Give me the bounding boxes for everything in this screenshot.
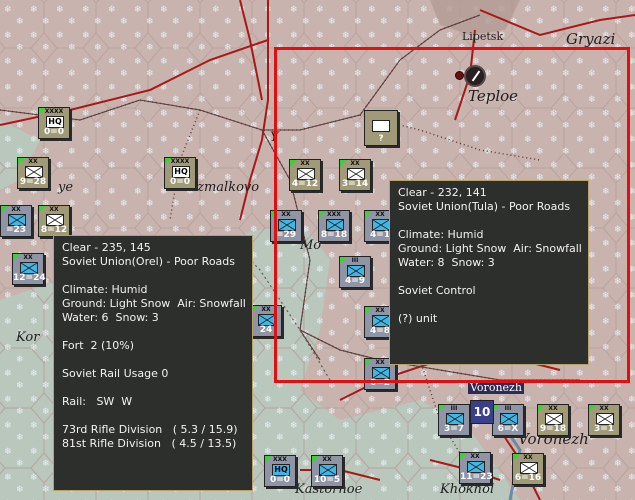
unit-counter[interactable]: III 3=7 — [438, 404, 470, 436]
tooltip-line: Rail: SW W — [62, 395, 133, 408]
unit-strength-label: 9=28 — [19, 177, 47, 187]
unit-strength-label: 0=0 — [43, 127, 65, 137]
tooltip-line: Ground: Light Snow Air: Snowfall — [398, 242, 582, 255]
unit-strength-label: 6=16 — [514, 473, 542, 483]
unit-counter[interactable]: XX =23 — [0, 205, 32, 237]
unit-counter[interactable]: III 6=X — [492, 404, 524, 436]
tooltip-line: Climate: Humid — [62, 283, 148, 296]
tooltip-line: 81st Rifle Division ( 4.5 / 13.5) — [62, 437, 237, 450]
unit-strength-label: 0=0 — [169, 177, 191, 187]
tooltip-line — [398, 298, 580, 312]
unit-counter[interactable]: XXX HQ 0=0 — [264, 455, 296, 487]
unit-size-label: XX — [322, 456, 332, 463]
unit-counter[interactable]: XX 12=24 — [12, 253, 46, 285]
unit-counter[interactable]: XX 8=12 — [38, 205, 70, 237]
unit-size-label: III — [450, 405, 458, 412]
unit-strength-label: 3=1 — [593, 424, 615, 434]
unit-size-label: XX — [23, 254, 33, 261]
tooltip-line: Climate: Humid — [398, 228, 484, 241]
tooltip-line — [398, 270, 580, 284]
unit-strength-label: 11=23 — [460, 472, 493, 482]
unit-size-label: XX — [523, 454, 533, 461]
unit-strength-label: 0=0 — [269, 475, 291, 485]
unit-size-label: XX — [599, 405, 609, 412]
tooltip-line: Soviet Union(Orel) - Poor Roads — [62, 255, 235, 268]
unit-size-label: XXX — [273, 456, 287, 463]
unit-counter[interactable]: XX 3=1 — [588, 404, 620, 436]
game-map-view[interactable]: { "map": { "labels": { "lipetsk": "Lipet… — [0, 0, 635, 500]
label-fragment-kor: Kor — [16, 330, 40, 345]
unit-counter[interactable]: XX 9=28 — [17, 157, 49, 189]
unit-counter[interactable]: XXXX HQ 0=0 — [164, 157, 196, 189]
unit-strength-label: =23 — [5, 225, 27, 235]
unit-counter[interactable]: XX 6=16 — [512, 453, 544, 485]
tooltip-line: Soviet Union(Tula) - Poor Roads — [398, 200, 571, 213]
tooltip-line: Ground: Light Snow Air: Snowfall — [62, 297, 246, 310]
unit-size-label: XX — [548, 405, 558, 412]
tooltip-line: Soviet Control — [398, 284, 476, 297]
tooltip-line — [62, 325, 244, 339]
city-label-khokhol: Khokhol — [440, 482, 495, 497]
city-label-izmalkovo: Izmalkovo — [192, 180, 260, 195]
tooltip-line: Water: 8 Snow: 3 — [398, 256, 495, 269]
tooltip-line: 73rd Rifle Division ( 5.3 / 15.9) — [62, 423, 238, 436]
tooltip-line — [62, 409, 244, 423]
stack-count-badge[interactable]: 10 — [470, 400, 494, 424]
unit-size-label: XX — [28, 158, 38, 165]
unit-counter[interactable]: XX 10=5 — [311, 455, 343, 487]
unit-strength-label: 8=12 — [40, 225, 68, 235]
unit-size-label: XX — [49, 206, 59, 213]
hex-info-tooltip-left: Clear - 235, 145 Soviet Union(Orel) - Poo… — [53, 235, 253, 491]
unit-strength-label: 10=5 — [313, 475, 341, 485]
unit-size-label: XX — [11, 206, 21, 213]
unit-strength-label: 12=24 — [13, 273, 46, 283]
tooltip-line: Clear - 232, 141 — [398, 186, 487, 199]
city-label-gryazi: Gryazi — [566, 30, 616, 48]
tooltip-line — [62, 269, 244, 283]
unit-strength-label: 3=7 — [443, 424, 465, 434]
tooltip-line: (?) unit — [398, 312, 438, 325]
unit-counter[interactable]: XXXX HQ 0=0 — [38, 107, 70, 139]
unit-size-label: III — [504, 405, 512, 412]
unit-counter[interactable]: XX 9=18 — [537, 404, 569, 436]
tooltip-line — [62, 381, 244, 395]
tooltip-line: Fort 2 (10%) — [62, 339, 135, 352]
hex-info-tooltip-right: Clear - 232, 141 Soviet Union(Tula) - Poo… — [389, 180, 589, 365]
tooltip-line — [398, 214, 580, 228]
unit-size-label: XXXX — [44, 108, 64, 115]
unit-size-label: XXXX — [170, 158, 190, 165]
tooltip-line: Soviet Rail Usage 0 — [62, 367, 169, 380]
unit-size-label: XX — [470, 453, 480, 460]
tooltip-line — [62, 353, 244, 367]
label-fragment-ye: ye — [58, 180, 74, 195]
tooltip-line: Clear - 235, 145 — [62, 241, 151, 254]
tooltip-line: Water: 6 Snow: 3 — [62, 311, 159, 324]
unit-strength-label: 6=X — [497, 424, 519, 434]
unit-counter[interactable]: XX 11=23 — [459, 452, 493, 484]
city-label-lipetsk: Lipetsk — [462, 30, 504, 43]
unit-strength-label: 9=18 — [539, 424, 567, 434]
